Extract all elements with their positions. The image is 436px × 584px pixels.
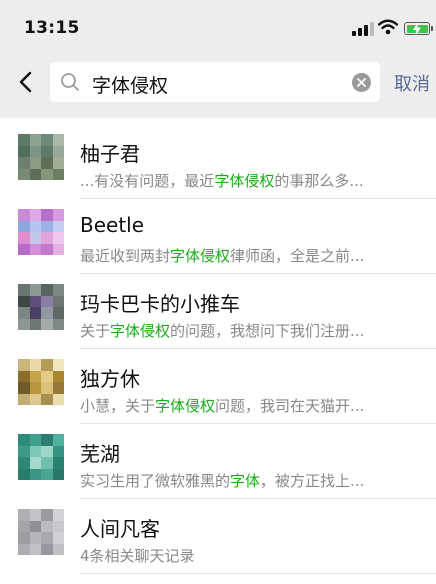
snippet-text-after: ，被方正找上... [260,472,365,490]
result-snippet: ...有没有问题，最近字体侵权的事那么多... [80,170,410,191]
result-name: 人间凡客 [80,517,160,541]
snippet-text-after: 问题，我司在天猫开... [215,397,365,415]
result-item[interactable]: 芜湖实习生用了微软雅黑的字体，被方正找上... [0,424,436,499]
result-snippet: 关于字体侵权的问题，我想问下我们注册... [80,320,410,341]
result-snippet: 最近收到两封字体侵权律师函，全是之前... [80,245,410,266]
snippet-text-before: 最近收到两封 [80,247,171,265]
back-button[interactable] [12,66,38,98]
snippet-text-before: 实习生用了微软雅黑的 [80,472,231,490]
result-item[interactable]: 独方休小慧，关于字体侵权问题，我司在天猫开... [0,349,436,424]
snippet-text-before: 4条相关聊天记录 [80,547,195,565]
wifi-icon [377,19,399,35]
result-snippet: 4条相关聊天记录 [80,545,410,566]
battery-tip [431,26,433,31]
result-snippet: 实习生用了微软雅黑的字体，被方正找上... [80,470,410,491]
snippet-highlight: 字体 [230,472,261,490]
chevron-left-icon [19,71,32,93]
search-query: 字体侵权 [92,75,169,97]
snippet-highlight: 字体侵权 [110,322,171,340]
result-snippet: 小慧，关于字体侵权问题，我司在天猫开... [80,395,410,416]
result-name: Beetle [80,213,145,237]
avatar [18,284,64,330]
divider [80,573,436,574]
wechat-search-screen: 13:15 字体侵权 取消 柚子君 ...有没有问题，最近字体侵权的事那么多..… [0,0,436,584]
search-header: 13:15 字体侵权 取消 [0,0,436,118]
result-item[interactable]: 玛卡巴卡的小推车关于字体侵权的问题，我想问下我们注册... [0,274,436,349]
result-name: 芜湖 [80,442,120,466]
avatar [18,434,64,480]
result-name: 玛卡巴卡的小推车 [80,292,240,316]
snippet-text-after: 的问题，我想问下我们注册... [170,322,365,340]
snippet-text-before: ...有没有问题，最近 [80,172,215,190]
cancel-button[interactable]: 取消 [394,70,430,96]
snippet-text-after: 律师函，全是之前... [230,247,365,265]
avatar [18,209,64,255]
search-input[interactable]: 字体侵权 [50,62,380,102]
result-name: 柚子君 [80,142,140,166]
signal-icon [352,22,374,36]
snippet-highlight: 字体侵权 [170,247,231,265]
search-icon [60,72,80,92]
status-time: 13:15 [24,18,80,38]
result-item[interactable]: 柚子君 ...有没有问题，最近字体侵权的事那么多... [0,124,436,199]
avatar [18,134,64,180]
clear-icon[interactable] [352,73,371,92]
avatar [18,359,64,405]
battery-icon [404,22,430,36]
avatar [18,509,64,555]
result-item[interactable]: Beetle 最近收到两封字体侵权律师函，全是之前... [0,199,436,274]
status-bar: 13:15 [0,0,436,56]
snippet-text-after: 的事那么多... [274,172,364,190]
snippet-highlight: 字体侵权 [214,172,275,190]
snippet-text-before: 关于 [80,322,111,340]
result-item[interactable]: 人间凡客 4条相关聊天记录 [0,499,436,574]
snippet-text-before: 小慧，关于 [80,397,156,415]
search-results-list: 柚子君 ...有没有问题，最近字体侵权的事那么多... Beetle 最近收到两封字体… [0,124,436,574]
snippet-highlight: 字体侵权 [155,397,216,415]
result-name: 独方休 [80,367,140,391]
